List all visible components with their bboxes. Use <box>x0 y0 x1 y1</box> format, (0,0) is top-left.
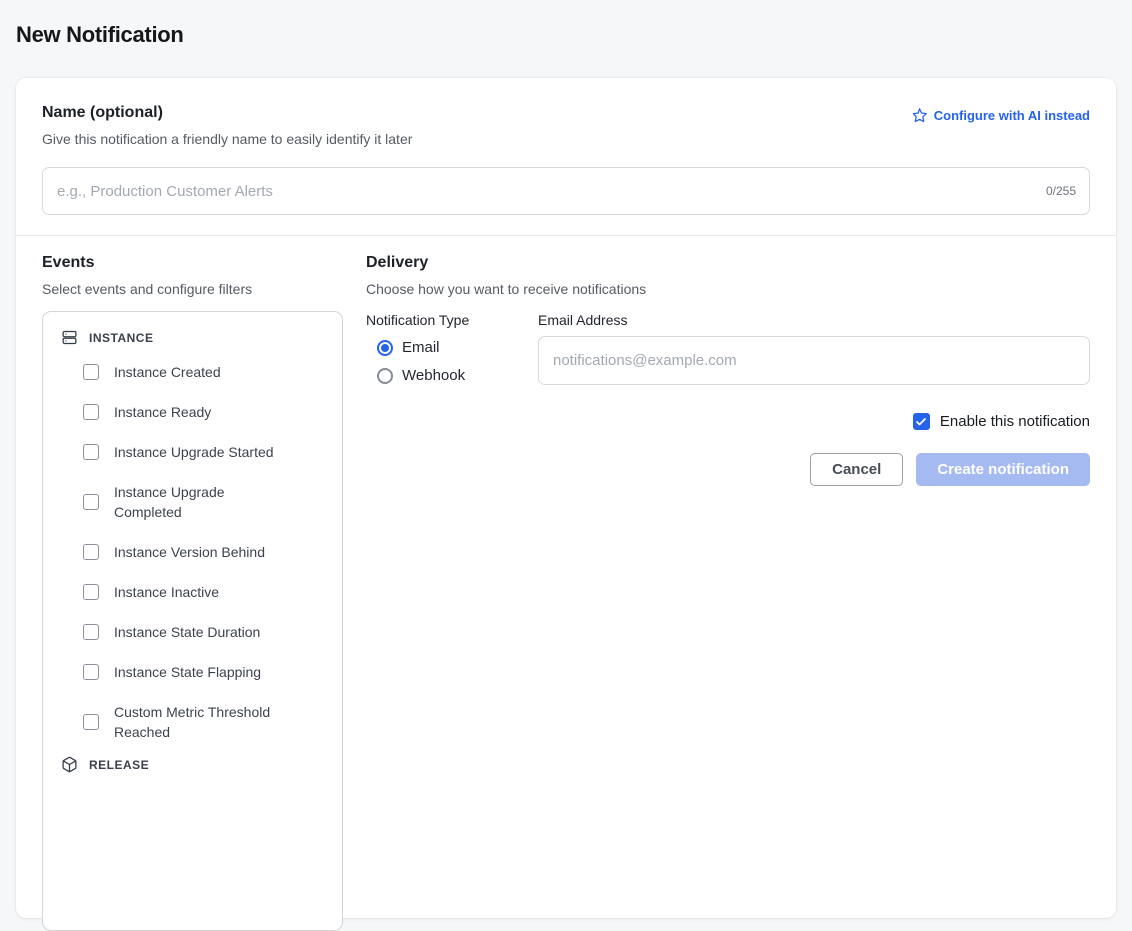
radio-option-webhook[interactable]: Webhook <box>366 361 538 389</box>
enable-notification-toggle[interactable]: Enable this notification <box>366 413 1090 430</box>
email-address-label: Email Address <box>538 312 1090 328</box>
event-row-instance-created[interactable]: Instance Created <box>55 352 330 392</box>
event-row-custom-metric-threshold[interactable]: Custom Metric Threshold Reached <box>55 692 330 752</box>
char-counter: 0/255 <box>1046 184 1076 198</box>
event-group-release: RELEASE <box>55 752 330 779</box>
event-group-instance: INSTANCE <box>55 325 330 352</box>
cancel-button[interactable]: Cancel <box>810 453 903 486</box>
event-group-label: INSTANCE <box>89 331 153 345</box>
events-section: Events Select events and configure filte… <box>42 254 343 931</box>
event-row-instance-version-behind[interactable]: Instance Version Behind <box>55 532 330 572</box>
notification-type-label: Notification Type <box>366 312 538 328</box>
name-section-description: Give this notification a friendly name t… <box>42 131 412 147</box>
star-icon <box>911 107 928 124</box>
delivery-section: Delivery Choose how you want to receive … <box>366 254 1090 931</box>
checkbox-unchecked-icon[interactable] <box>83 624 99 640</box>
name-section: Name (optional) Give this notification a… <box>16 78 1116 235</box>
radio-checked-icon[interactable] <box>377 340 393 356</box>
package-icon <box>61 756 78 773</box>
create-notification-button[interactable]: Create notification <box>916 453 1090 486</box>
radio-option-email[interactable]: Email <box>366 333 538 361</box>
configure-ai-link-label: Configure with AI instead <box>934 108 1090 123</box>
radio-unchecked-icon[interactable] <box>377 368 393 384</box>
delivery-heading: Delivery <box>366 254 1090 272</box>
event-row-instance-upgrade-started[interactable]: Instance Upgrade Started <box>55 432 330 472</box>
event-row-instance-inactive[interactable]: Instance Inactive <box>55 572 330 612</box>
event-row-instance-state-duration[interactable]: Instance State Duration <box>55 612 330 652</box>
checkbox-unchecked-icon[interactable] <box>83 584 99 600</box>
events-list-box: INSTANCE Instance Created Instance Ready… <box>42 311 343 931</box>
checkbox-unchecked-icon[interactable] <box>83 364 99 380</box>
event-row-instance-upgrade-completed[interactable]: Instance Upgrade Completed <box>55 472 330 532</box>
events-heading: Events <box>42 254 343 272</box>
event-row-instance-state-flapping[interactable]: Instance State Flapping <box>55 652 330 692</box>
checkbox-unchecked-icon[interactable] <box>83 544 99 560</box>
checkbox-unchecked-icon[interactable] <box>83 494 99 510</box>
events-description: Select events and configure filters <box>42 281 343 297</box>
checkbox-unchecked-icon[interactable] <box>83 404 99 420</box>
configure-ai-link[interactable]: Configure with AI instead <box>911 107 1090 124</box>
page-title: New Notification <box>0 0 1132 48</box>
checkbox-checked-icon[interactable] <box>913 413 930 430</box>
event-row-instance-ready[interactable]: Instance Ready <box>55 392 330 432</box>
delivery-description: Choose how you want to receive notificat… <box>366 281 1090 297</box>
checkbox-unchecked-icon[interactable] <box>83 664 99 680</box>
name-input[interactable] <box>42 167 1090 215</box>
checkbox-unchecked-icon[interactable] <box>83 444 99 460</box>
checkbox-unchecked-icon[interactable] <box>83 714 99 730</box>
server-stack-icon <box>61 329 78 346</box>
name-section-heading: Name (optional) <box>42 104 412 122</box>
notification-form-card: Name (optional) Give this notification a… <box>16 78 1116 918</box>
email-address-input[interactable] <box>538 336 1090 385</box>
notification-type-radio-group: Email Webhook <box>366 333 538 389</box>
